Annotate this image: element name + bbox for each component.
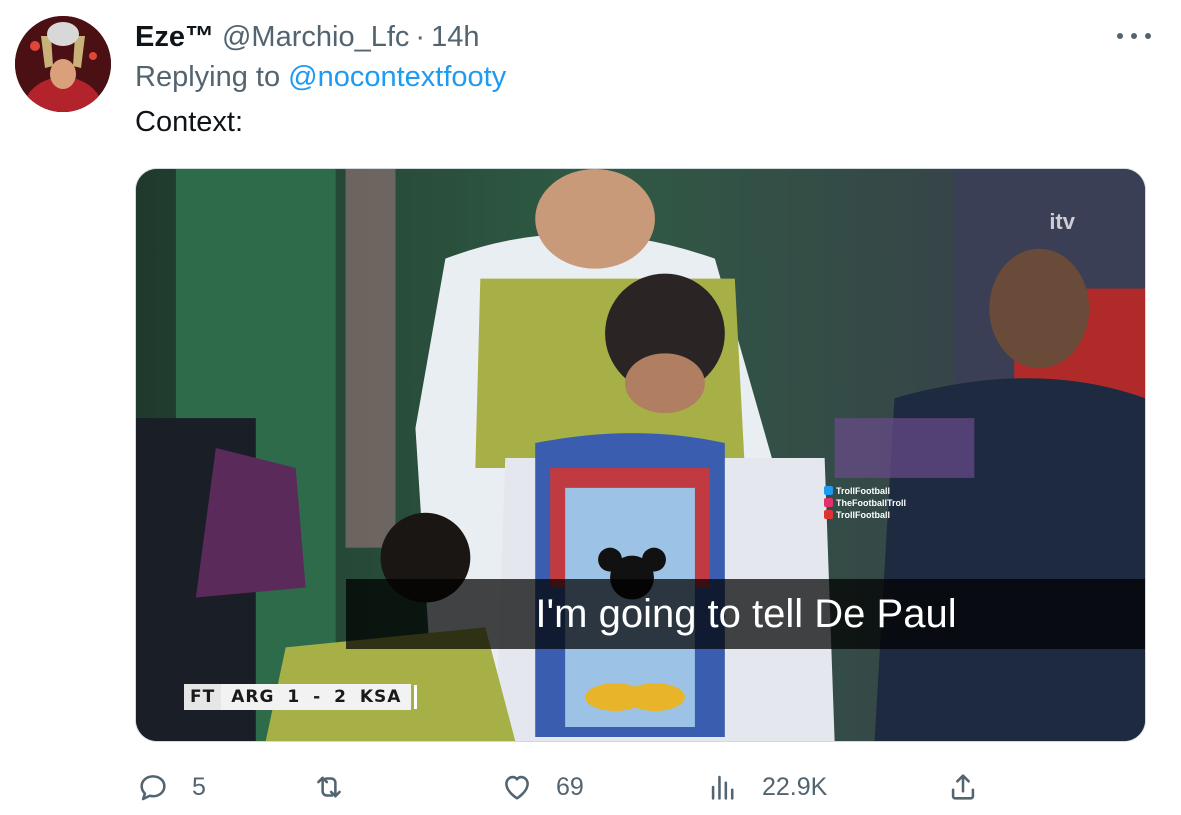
more-icon[interactable] [1117,24,1151,48]
scorebug-result: 1 - 2 [287,687,347,707]
photo-scene [136,169,1145,741]
timestamp[interactable]: 14h [431,21,479,54]
tweet-media-image[interactable]: itv TrollFootball TheFootballTroll Troll… [135,168,1146,742]
broadcaster-logo: itv [1049,209,1075,234]
views-icon [711,775,734,800]
subtitle-bar: I'm going to tell De Paul [346,579,1145,649]
replying-prefix: Replying to [135,61,289,93]
watermark-line-1: TrollFootball [836,486,890,496]
reply-icon [140,775,166,801]
scorebug-divider [414,685,418,709]
reply-button[interactable]: 5 [136,766,206,808]
views-count: 22.9K [762,772,828,801]
retweet-icon [317,776,341,798]
views-button[interactable]: 22.9K [706,766,827,808]
watermark: TrollFootball TheFootballTroll TrollFoot… [824,485,906,521]
display-name[interactable]: Eze™ [135,21,214,54]
replying-to: Replying to @nocontextfooty [135,61,506,94]
scorebug: FT ARG 1 - 2 KSA [184,682,418,712]
scorebug-score: ARG 1 - 2 KSA [221,684,412,710]
share-icon [951,774,975,800]
tweet-actions: 5 69 22.9K [136,766,996,808]
separator-dot: · [415,20,426,53]
retweet-button[interactable] [312,766,368,808]
avatar[interactable] [15,16,111,112]
like-button[interactable]: 69 [500,766,584,808]
subtitle-text: I'm going to tell De Paul [535,591,957,636]
watermark-line-2: TheFootballTroll [836,498,906,508]
replying-to-handle-link[interactable]: @nocontextfooty [288,61,506,93]
reply-count: 5 [192,772,206,801]
tweet-header: Eze™ @Marchio_Lfc · 14h [135,18,479,56]
like-count: 69 [556,772,584,801]
like-icon [505,775,529,800]
tweet-text: Context: [135,106,243,138]
scorebug-status: FT [184,684,222,710]
scorebug-away: KSA [359,687,402,707]
user-handle[interactable]: @Marchio_Lfc [222,21,409,54]
watermark-line-3: TrollFootball [836,510,890,520]
scorebug-home: ARG [231,687,275,707]
share-button[interactable] [946,766,980,808]
